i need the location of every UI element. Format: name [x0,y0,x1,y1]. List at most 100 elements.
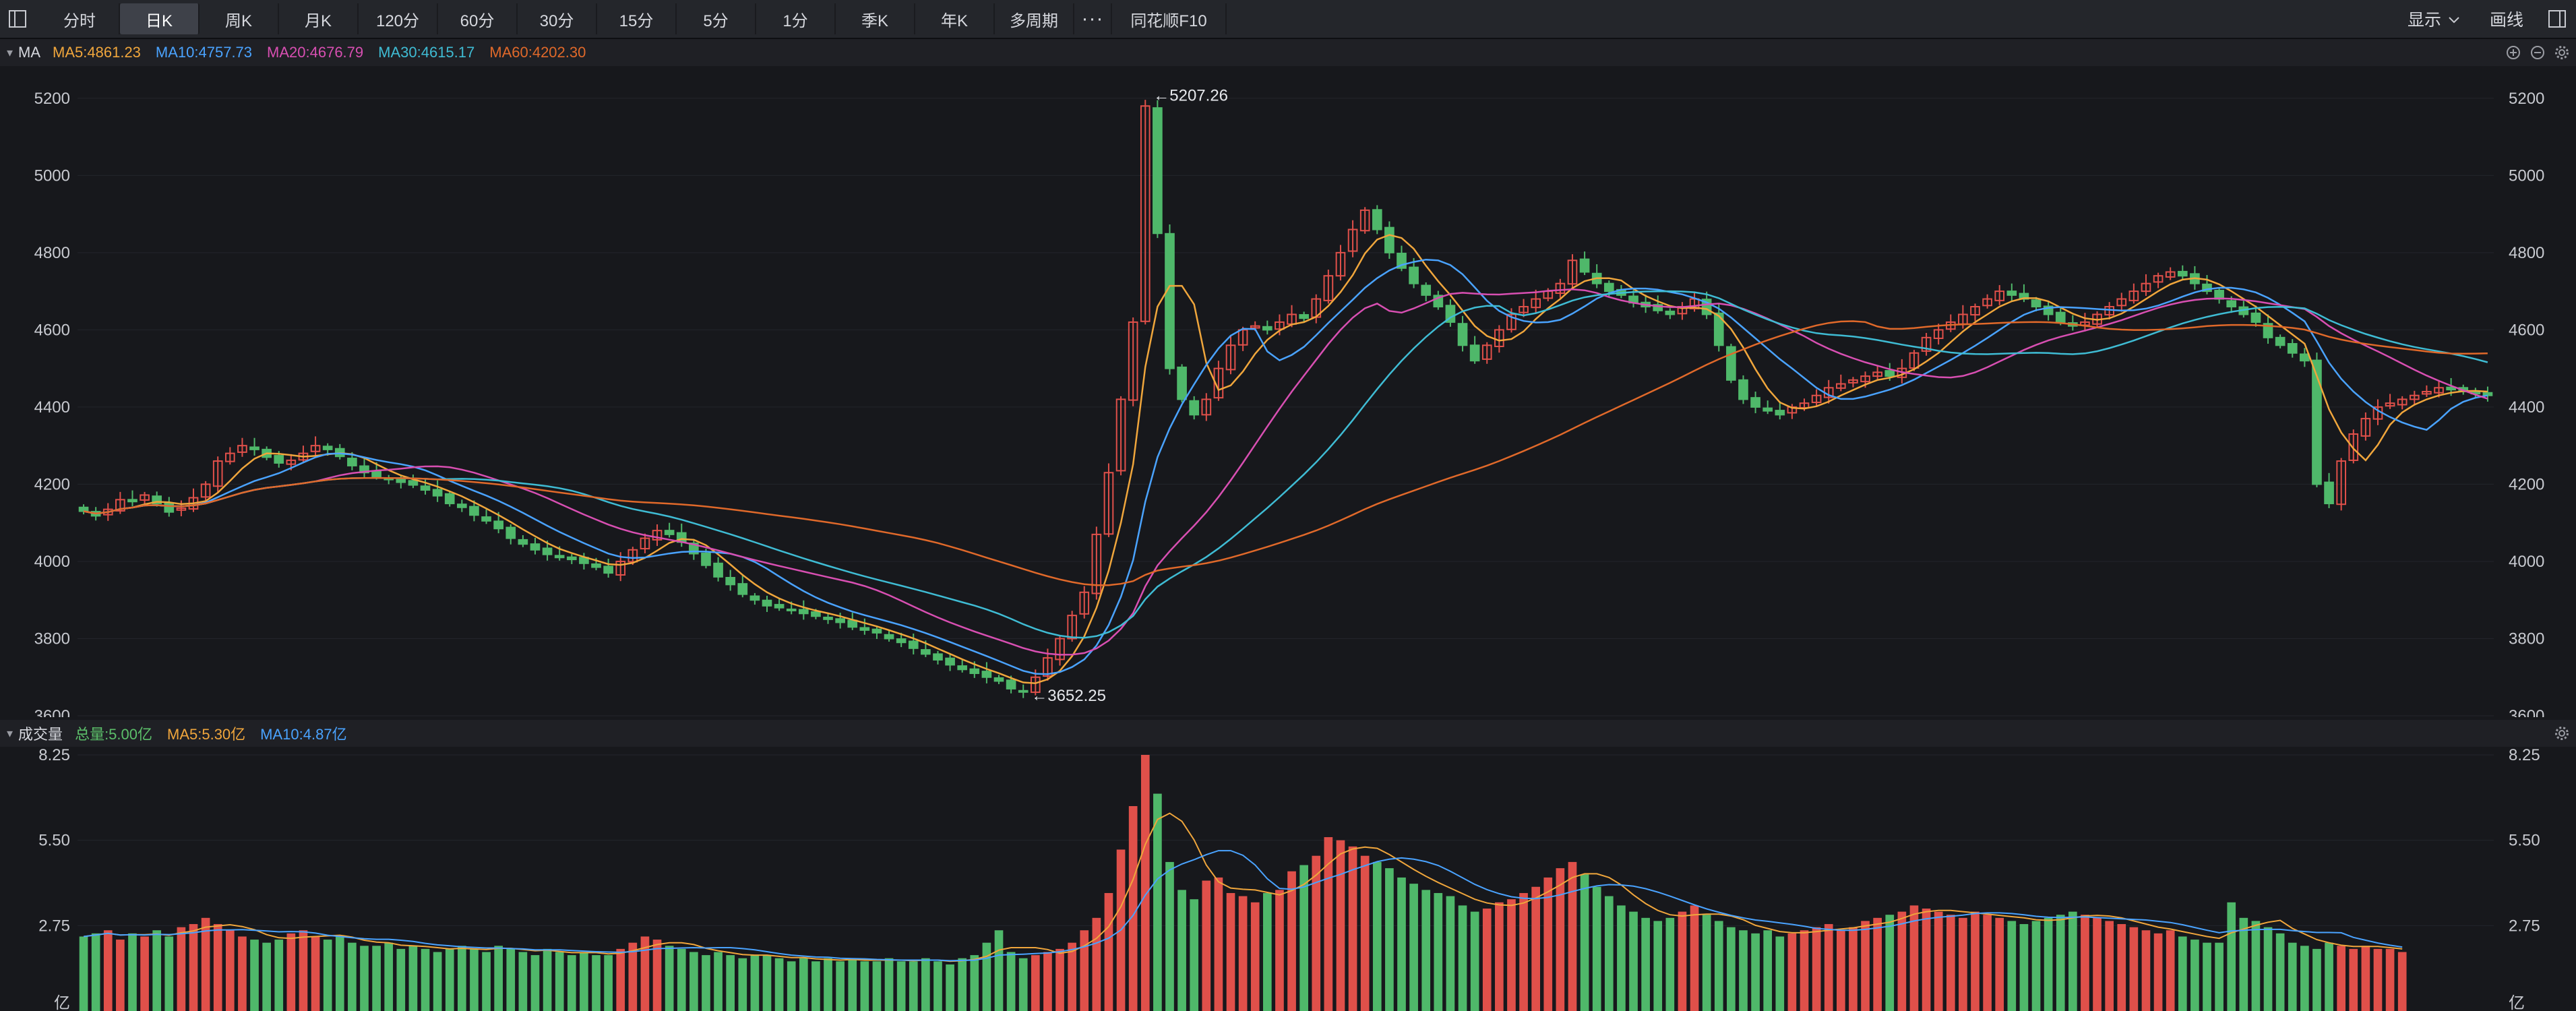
tab-period-3[interactable]: 月K [279,3,359,34]
y-tick-label-left: 5000 [34,166,70,185]
tab-period-8[interactable]: 5分 [677,3,756,34]
volume-bar [714,952,723,1011]
volume-bar [530,955,540,1011]
period-toolbar: 分时 日K 周K 月K 120分 60分 30分 15分 5分 1分 季K 年K 多周期 ··· 同花顺F1… [0,0,2576,39]
candle-body [921,649,931,655]
volume-bar [2203,942,2211,1011]
y-tick-label-right: 3800 [2509,630,2544,648]
volume-bar [787,961,796,1011]
collapse-caret-icon[interactable]: ▾ [7,727,13,741]
volume-bar [1458,905,1467,1011]
tab-period-14[interactable]: 同花顺F10 [1112,3,1227,34]
tab-period-7[interactable]: 15分 [597,3,677,34]
more-periods-button[interactable]: ··· [1074,3,1112,34]
y-tick-label-left: 4200 [34,475,70,493]
volume-bar [1983,915,1992,1011]
tab-period-4[interactable]: 120分 [359,3,438,34]
price-chart[interactable]: 5200 5200 5000 5000 4800 4800 4600 4600 4400 4400… [0,66,2576,717]
volume-bar [872,961,882,1011]
high-price-label: ←5207.26 [1153,87,1228,105]
volume-bar [189,924,198,1011]
volume-bar [580,952,588,1011]
candle-body [945,657,955,666]
volume-bar [396,948,406,1011]
volume-bar [982,942,991,1011]
candle-body [835,618,845,623]
volume-bar [2288,942,2297,1011]
display-menu[interactable]: 显示 [2393,7,2475,31]
volume-bar [1092,917,1101,1011]
volume-bar [1214,877,1223,1011]
volume-bar [348,942,357,1011]
candle-body [859,627,870,631]
volume-bar [482,952,491,1011]
candle-body [1189,400,1200,416]
volume-bar [1409,884,1418,1011]
tab-period-0[interactable]: 分时 [40,3,120,34]
candle-body [1603,282,1614,293]
candle-body [505,526,516,539]
volume-bar [1263,892,1272,1011]
volume-bar [2373,948,2383,1011]
volume-bar [91,933,100,1011]
panel-toggle-icon[interactable] [2538,9,2576,28]
gear-icon[interactable] [2553,725,2571,742]
tab-period-10[interactable]: 季K [836,3,915,34]
volume-bar [1751,933,1760,1011]
volume-bar [1946,915,1955,1011]
volume-bar [384,942,394,1011]
volume-chart[interactable]: 8.25 8.25 5.50 5.50 2.75 2.75 亿 亿 [0,747,2576,1011]
candle-body [969,668,980,675]
volume-bar [1580,874,1589,1011]
candle-body [127,499,137,503]
sidebar-toggle-icon[interactable] [4,5,31,32]
candle-body [2312,359,2322,485]
volume-bar [750,955,760,1011]
volume-bar [1629,911,1638,1011]
volume-bar [994,930,1004,1011]
volume-bar [1702,915,1711,1011]
candle-body [1165,233,1175,369]
volume-bar [140,936,149,1011]
volume-bar [1055,948,1064,1011]
volume-bar [128,933,137,1011]
tab-period-12[interactable]: 多周期 [995,3,1074,34]
volume-panel-header: ▾ 成交量 总量:5.00亿 MA5:5.30亿 MA10:4.87亿 [0,720,2576,747]
candle-body [1750,397,1760,408]
tab-period-6[interactable]: 30分 [518,3,597,34]
draw-line-button[interactable]: 画线 [2475,7,2538,31]
volume-bar [1824,924,1833,1011]
y-tick-label-right: 3600 [2509,707,2544,717]
volume-bar [506,948,516,1011]
display-label: 显示 [2407,11,2441,30]
remove-indicator-icon[interactable] [2529,44,2546,61]
tab-period-9[interactable]: 1分 [756,3,836,34]
volume-bar [225,930,235,1011]
candle-body [603,565,613,574]
candle-body [249,446,259,450]
candle-body [566,556,577,561]
volume-bar [2397,952,2407,1011]
volume-bar [1690,905,1699,1011]
volume-bar [2325,942,2333,1011]
candle-body [1421,284,1432,296]
tab-period-11[interactable]: 年K [915,3,995,34]
candle-body [896,638,907,644]
candle-body [981,671,992,678]
volume-tick-label-right: 5.50 [2509,832,2540,850]
tab-period-1[interactable]: 日K [120,3,200,34]
volume-bar [1519,892,1528,1011]
tab-period-2[interactable]: 周K [200,3,279,34]
volume-bar [1617,905,1626,1011]
candle-body [469,506,479,516]
collapse-caret-icon[interactable]: ▾ [7,46,13,60]
candle-body [2226,300,2237,308]
tab-period-5[interactable]: 60分 [438,3,518,34]
gear-icon[interactable] [2553,44,2571,61]
add-indicator-icon[interactable] [2505,44,2522,61]
volume-bar [1385,868,1394,1011]
volume-bar [946,964,954,1011]
volume-bar [1568,861,1577,1011]
volume-tick-label-left: 5.50 [38,832,70,850]
volume-bar [2349,948,2358,1011]
